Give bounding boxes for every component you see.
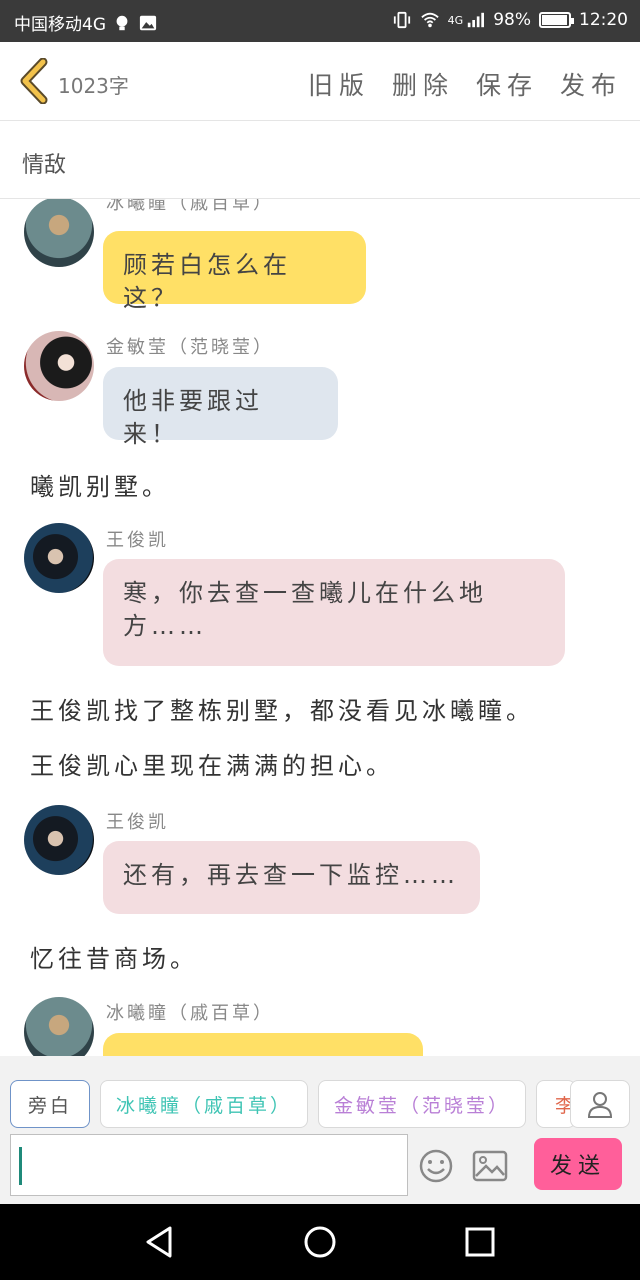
avatar <box>24 805 94 875</box>
delete-button[interactable]: 删除 <box>392 66 454 102</box>
narration-text[interactable]: 王俊凯找了整栋别墅，都没看见冰曦瞳。 <box>30 691 534 726</box>
speaker-name: 冰曦瞳（戚百草） <box>106 1003 274 1024</box>
avatar <box>24 997 94 1056</box>
narration-text[interactable]: 王俊凯心里现在满满的担心。 <box>30 746 394 781</box>
old-version-button[interactable]: 旧版 <box>308 66 370 102</box>
compose-panel: 旁白 冰曦瞳（戚百草） 金敏莹（范晓莹） 李 发送 <box>0 1056 640 1204</box>
message-bubble[interactable] <box>103 1033 423 1056</box>
character-chip[interactable]: 冰曦瞳（戚百草） <box>100 1080 308 1128</box>
word-count: 1023字 <box>58 74 129 98</box>
save-button[interactable]: 保存 <box>476 66 538 102</box>
notification-bulb-icon <box>116 15 128 30</box>
narration-text[interactable]: 忆往昔商场。 <box>30 939 198 974</box>
publish-button[interactable]: 发布 <box>560 66 622 102</box>
speaker-name: 金敏莹（范晓莹） <box>106 337 274 358</box>
gallery-icon <box>139 15 157 30</box>
carrier-label: 中国移动4G <box>14 15 106 35</box>
message-bubble[interactable]: 寒，你去查一查曦儿在什么地方…… <box>103 559 565 666</box>
avatar <box>24 331 94 401</box>
network-type-label: 4G <box>447 13 464 27</box>
chapter-title-bar[interactable]: 情敌 <box>0 121 640 199</box>
character-chip[interactable]: 金敏莹（范晓莹） <box>318 1080 526 1128</box>
recents-square-icon[interactable] <box>460 1222 500 1262</box>
wifi-icon <box>420 12 439 28</box>
image-icon[interactable] <box>472 1150 508 1182</box>
signal-icon <box>468 12 485 28</box>
emoji-icon[interactable] <box>418 1148 454 1184</box>
message-bubble[interactable]: 还有，再去查一下监控…… <box>103 841 480 914</box>
clock: 12:20 <box>579 10 628 30</box>
character-chip-narrator[interactable]: 旁白 <box>10 1080 90 1128</box>
person-icon <box>587 1092 613 1118</box>
home-circle-icon[interactable] <box>300 1222 340 1262</box>
text-cursor <box>19 1147 22 1185</box>
status-bar: 中国移动4G 4G 98% 12:20 <box>0 0 640 42</box>
message-input[interactable] <box>10 1134 408 1196</box>
message-bubble[interactable]: 他非要跟过来！ <box>103 367 338 448</box>
system-nav-bar <box>0 1204 640 1280</box>
back-chevron-icon[interactable] <box>16 58 52 104</box>
narration-text[interactable]: 曦凯别墅。 <box>30 467 170 502</box>
avatar <box>24 199 94 267</box>
character-manage-button[interactable] <box>570 1080 630 1128</box>
send-button[interactable]: 发送 <box>534 1138 622 1190</box>
message-bubble[interactable]: 顾若白怎么在这？ <box>103 231 366 312</box>
speaker-name: 王俊凯 <box>106 530 169 551</box>
speaker-name: 王俊凯 <box>106 812 169 833</box>
chapter-title[interactable]: 情敌 <box>22 147 66 179</box>
story-content[interactable]: 冰曦瞳（戚百草） 顾若白怎么在这？ 金敏莹（范晓莹） 他非要跟过来！ 曦凯别墅。… <box>0 199 640 1056</box>
battery-percent: 98% <box>493 10 531 30</box>
back-triangle-icon[interactable] <box>140 1222 180 1262</box>
battery-icon <box>539 12 574 28</box>
vibrate-icon <box>393 11 410 29</box>
speaker-name: 冰曦瞳（戚百草） <box>106 199 274 214</box>
avatar <box>24 523 94 593</box>
editor-toolbar: 1023字 旧版 删除 保存 发布 <box>0 42 640 121</box>
